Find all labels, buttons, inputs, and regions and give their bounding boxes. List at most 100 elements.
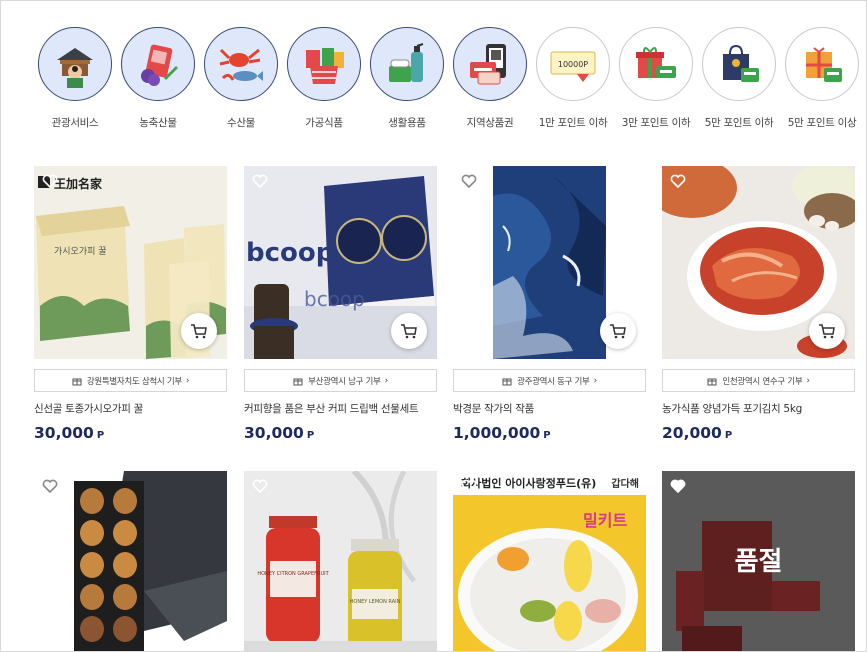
product-card[interactable]: 王加名家 가시오가피 꿀 강원특별자치도 삼척시 기부 › 신선골 토종가시오가… [34, 166, 227, 442]
chevron-right-icon: › [185, 375, 190, 386]
add-to-cart-button[interactable] [809, 313, 845, 349]
price-unit: P [543, 430, 551, 441]
chevron-right-icon: › [593, 375, 598, 386]
jar-label: HONEY CITRON GRAPEFRUIT [257, 571, 329, 577]
product-price: 20,000 P [662, 424, 855, 442]
price-value: 1,000,000 [453, 424, 541, 442]
product-card[interactable]: bcoop bcoop 부산광역시 남구 기부 › 커피향을 품은 부산 커피 … [244, 166, 437, 442]
category-label: 관광서비스 [51, 117, 99, 129]
category-label: 5만 포인트 이상 [787, 117, 857, 129]
donation-region-link[interactable]: 광주광역시 동구 기부 › [453, 369, 646, 392]
category-over-50000[interactable]: 5만 포인트 이상 [782, 27, 862, 130]
page-frame: 관광서비스 농축산물 수산물 가공식품 생활용품 지역상품권 10000P 1만… [0, 0, 867, 652]
seller-banner: 회사법인 아이사랑정푸드(유) [461, 476, 596, 490]
category-seafood[interactable]: 수산물 [201, 27, 281, 130]
tour-service-icon [38, 27, 112, 101]
product-image[interactable] [662, 166, 855, 359]
cart-icon [191, 324, 207, 339]
product-price: 30,000 P [244, 424, 437, 442]
donation-label: 광주광역시 동구 기부 [517, 376, 590, 387]
voucher-badge-text: 10000P [558, 60, 588, 69]
category-under-30000[interactable]: 3만 포인트 이하 [616, 27, 696, 130]
seller-brand: 갑다해 [611, 477, 639, 490]
donation-region-link[interactable]: 강원특별자치도 삼척시 기부 › [34, 369, 227, 392]
category-under-50000[interactable]: 5만 포인트 이하 [699, 27, 779, 130]
soldout-overlay: 품절 [734, 547, 783, 577]
product-card[interactable]: 품절 [662, 471, 855, 651]
add-to-cart-button[interactable] [181, 313, 217, 349]
category-under-10000[interactable]: 10000P 1만 포인트 이하 [533, 27, 613, 130]
heart-icon[interactable] [461, 478, 477, 494]
jar-label: HONEY LEMON RAIN [350, 599, 401, 605]
product-image[interactable]: HONEY CITRON GRAPEFRUIT HONEY LEMON RAIN [244, 471, 437, 651]
price-value: 20,000 [662, 424, 722, 442]
donation-label: 부산광역시 남구 기부 [308, 376, 381, 387]
gift-box-icon [619, 27, 693, 101]
cart-icon [819, 324, 835, 339]
category-household-goods[interactable]: 생활용품 [367, 27, 447, 130]
add-to-cart-button[interactable] [391, 313, 427, 349]
product-image[interactable]: bcoop bcoop [244, 166, 437, 359]
meat-produce-icon [121, 27, 195, 101]
add-to-cart-button[interactable] [600, 313, 636, 349]
category-label: 5만 포인트 이하 [704, 117, 774, 129]
donation-label: 강원특별자치도 삼척시 기부 [86, 376, 182, 387]
product-card[interactable]: HONEY CITRON GRAPEFRUIT HONEY LEMON RAIN [244, 471, 437, 651]
product-image[interactable] [453, 166, 646, 359]
product-card[interactable]: 회사법인 아이사랑정푸드(유) 갑다해 밀키트 [453, 471, 646, 651]
gift-icon [707, 378, 717, 385]
price-value: 30,000 [34, 424, 94, 442]
product-card[interactable] [34, 471, 227, 651]
donation-region-link[interactable]: 인천광역시 연수구 기부 › [662, 369, 855, 392]
category-meat-produce[interactable]: 농축산물 [118, 27, 198, 130]
category-label: 농축산물 [139, 117, 177, 129]
meal-kit-label: 밀키트 [583, 511, 627, 530]
owl-sweets-photo [34, 471, 227, 651]
category-label: 1만 포인트 이하 [538, 117, 608, 129]
premium-gift-icon [785, 27, 859, 101]
chevron-right-icon: › [806, 375, 810, 386]
product-price: 1,000,000 P [453, 424, 646, 442]
category-tour-service[interactable]: 관광서비스 [35, 27, 115, 130]
price-unit: P [306, 430, 315, 441]
category-row: 관광서비스 농축산물 수산물 가공식품 생활용품 지역상품권 10000P 1만… [35, 27, 865, 137]
product-name[interactable]: 박경문 작가의 작품 [453, 401, 646, 416]
heart-icon[interactable] [42, 173, 58, 189]
category-label: 지역상품권 [466, 117, 514, 129]
heart-icon[interactable] [670, 478, 686, 494]
heart-icon[interactable] [252, 478, 268, 494]
brand-logo: bcoop [246, 238, 334, 268]
heart-icon[interactable] [42, 478, 58, 494]
product-name[interactable]: 커피향을 품은 부산 커피 드립백 선물세트 [244, 401, 437, 416]
chevron-right-icon: › [384, 375, 389, 386]
seafood-icon [204, 27, 278, 101]
category-label: 3만 포인트 이하 [621, 117, 691, 129]
product-image[interactable]: 회사법인 아이사랑정푸드(유) 갑다해 밀키트 [453, 471, 646, 651]
local-voucher-icon [453, 27, 527, 101]
product-image[interactable] [34, 471, 227, 651]
donation-region-link[interactable]: 부산광역시 남구 기부 › [244, 369, 437, 392]
gift-bag-icon [702, 27, 776, 101]
product-name[interactable]: 농가식품 양념가득 포기김치 5kg [662, 401, 855, 416]
category-label: 생활용품 [388, 117, 426, 129]
product-price: 30,000 P [34, 424, 227, 442]
heart-icon[interactable] [461, 173, 477, 189]
cart-icon [610, 324, 626, 339]
product-card[interactable]: 광주광역시 동구 기부 › 박경문 작가의 작품 1,000,000 P [453, 166, 646, 442]
household-goods-icon [370, 27, 444, 101]
donation-label: 인천광역시 연수구 기부 [722, 376, 803, 387]
heart-icon[interactable] [252, 173, 268, 189]
meal-kit-photo: 회사법인 아이사랑정푸드(유) 갑다해 밀키트 [453, 471, 646, 651]
product-name[interactable]: 신선골 토종가시오가피 꿀 [34, 401, 227, 416]
box-label: 가시오가피 꿀 [54, 246, 107, 257]
product-image[interactable]: 王加名家 가시오가피 꿀 [34, 166, 227, 359]
honey-citron-jars-photo: HONEY CITRON GRAPEFRUIT HONEY LEMON RAIN [244, 471, 437, 651]
heart-icon[interactable] [670, 173, 686, 189]
category-processed-food[interactable]: 가공식품 [284, 27, 364, 130]
category-local-voucher[interactable]: 지역상품권 [450, 27, 530, 130]
price-unit: P [96, 430, 105, 441]
product-image[interactable]: 품절 [662, 471, 855, 651]
price-unit: P [724, 430, 733, 441]
product-card[interactable]: 인천광역시 연수구 기부 › 농가식품 양념가득 포기김치 5kg 20,000… [662, 166, 855, 442]
cart-icon [401, 324, 417, 339]
